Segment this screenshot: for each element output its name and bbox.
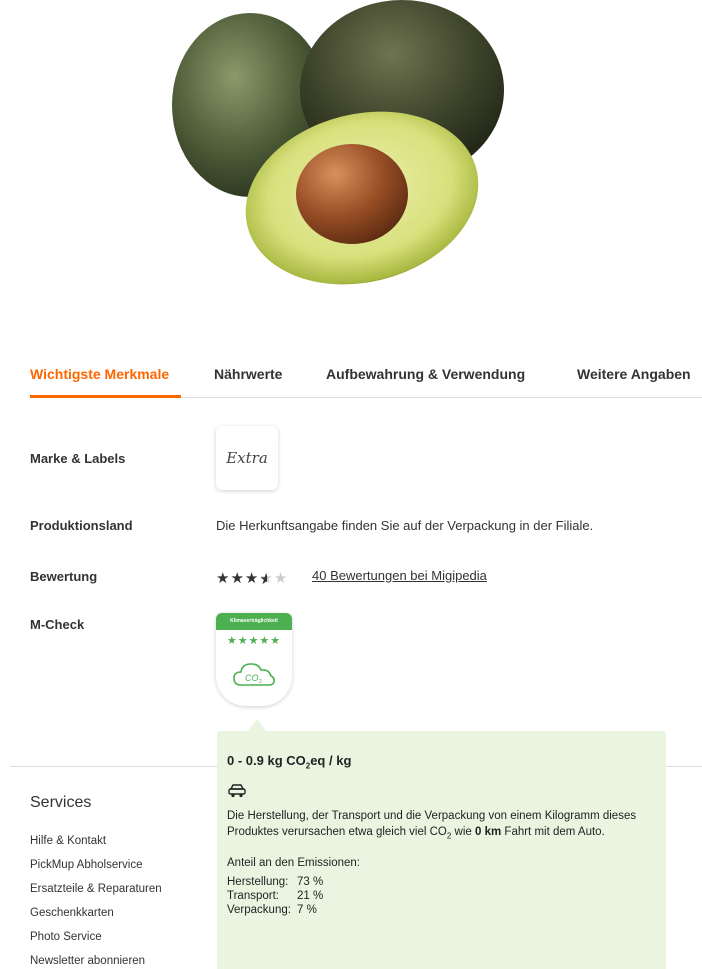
- tab-storage-usage[interactable]: Aufbewahrung & Verwendung: [326, 366, 525, 382]
- co2-explanation: Die Herstellung, der Transport und die V…: [227, 808, 637, 844]
- emission-share-title: Anteil an den Emissionen:: [227, 856, 360, 869]
- services-heading: Services: [30, 794, 92, 811]
- star-icon: ★: [244, 570, 260, 587]
- co2-explanation-connector: wie: [451, 825, 475, 838]
- rating-stars: ★★★★★★: [216, 569, 289, 588]
- brand-logo-text: Extra: [226, 449, 268, 467]
- rating-label: Bewertung: [30, 569, 98, 584]
- country-value: Die Herkunftsangabe finden Sie auf der V…: [216, 518, 594, 533]
- country-label: Produktionsland: [30, 518, 133, 533]
- breakdown-label: Verpackung:: [227, 903, 291, 916]
- footer-link-gift-cards[interactable]: Geschenkkarten: [30, 907, 114, 919]
- footer-link-newsletter[interactable]: Newsletter abonnieren: [30, 955, 145, 967]
- product-image: [172, 0, 504, 285]
- tab-further-info[interactable]: Weitere Angaben: [577, 366, 691, 382]
- breakdown-label: Transport:: [227, 889, 279, 902]
- brand-logo-card[interactable]: Extra: [216, 426, 278, 490]
- breakdown-value: 7 %: [297, 903, 317, 916]
- footer-link-help[interactable]: Hilfe & Kontakt: [30, 835, 106, 847]
- product-tabs: Wichtigste Merkmale Nährwerte Aufbewahru…: [30, 354, 702, 398]
- half-star-icon: ★★: [259, 570, 274, 588]
- footer-link-pickmup[interactable]: PickMup Abholservice: [30, 859, 143, 871]
- brand-label: Marke & Labels: [30, 451, 126, 466]
- mcheck-badge-title: Klimaverträglichkeit: [216, 613, 292, 630]
- footer-link-photo-service[interactable]: Photo Service: [30, 931, 102, 943]
- breakdown-label: Herstellung:: [227, 875, 289, 888]
- tab-key-features[interactable]: Wichtigste Merkmale: [30, 366, 169, 382]
- star-empty-icon: ★: [273, 570, 289, 587]
- emission-breakdown: Herstellung: 73 % Transport: 21 % Verpacku…: [227, 876, 656, 918]
- co2-heading-value: 0 - 0.9 kg CO: [227, 753, 306, 768]
- active-tab-indicator: [30, 395, 181, 398]
- breakdown-row: Verpackung: 7 %: [227, 904, 656, 918]
- mcheck-badge[interactable]: Klimaverträglichkeit ★★★★★ CO 2: [216, 613, 292, 706]
- star-icon: ★: [230, 570, 245, 587]
- mcheck-popover: 0 - 0.9 kg CO2eq / kg Die Herstellung, d…: [217, 731, 666, 969]
- breakdown-value: 21 %: [297, 889, 324, 902]
- svg-text:2: 2: [259, 679, 262, 685]
- mcheck-label: M-Check: [30, 617, 85, 632]
- star-icon: ★: [216, 570, 231, 587]
- svg-text:CO: CO: [245, 673, 259, 683]
- breakdown-value: 73 %: [297, 875, 324, 888]
- mcheck-badge-stars: ★★★★★: [226, 635, 282, 647]
- car-distance: 0 km: [475, 825, 502, 838]
- co2-cloud-icon: CO 2: [233, 663, 275, 686]
- breakdown-row: Herstellung: 73 %: [227, 876, 656, 890]
- reviews-link[interactable]: 40 Bewertungen bei Migipedia: [312, 568, 487, 583]
- tab-nutrition[interactable]: Nährwerte: [214, 366, 282, 382]
- footer-link-spare-parts[interactable]: Ersatzteile & Reparaturen: [30, 883, 162, 895]
- co2-explanation-end: Fahrt mit dem Auto.: [501, 825, 605, 838]
- avocado-seed: [296, 144, 408, 244]
- co2-heading-unit: eq / kg: [310, 753, 352, 768]
- breakdown-row: Transport: 21 %: [227, 890, 656, 904]
- car-icon: [228, 783, 246, 797]
- co2-heading: 0 - 0.9 kg CO2eq / kg: [227, 753, 656, 771]
